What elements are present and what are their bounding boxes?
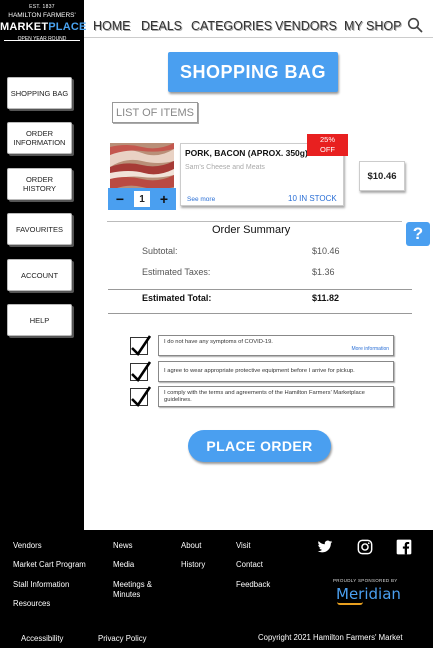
sidebar-shopping-bag-button[interactable]: SHOPPING BAG bbox=[7, 77, 72, 109]
sidebar: EST. 1837 HAMILTON FARMERS' MARKETPLACE … bbox=[0, 0, 87, 530]
agreement-checkbox-covid[interactable] bbox=[130, 335, 152, 357]
taxes-label: Estimated Taxes: bbox=[142, 267, 211, 277]
sidebar-button-label: ACCOUNT bbox=[20, 270, 59, 280]
footer-link-privacy-policy[interactable]: Privacy Policy bbox=[98, 634, 147, 644]
sidebar-order-information-button[interactable]: ORDER INFORMATION bbox=[7, 122, 72, 154]
sidebar-button-label: SHOPPING BAG bbox=[10, 88, 69, 98]
sidebar-order-history-button[interactable]: ORDER HISTORY bbox=[7, 168, 72, 200]
decrease-quantity-button[interactable]: − bbox=[112, 191, 128, 207]
help-question-button[interactable]: ? bbox=[406, 222, 430, 246]
footer-link-news[interactable]: News bbox=[113, 541, 133, 551]
checkmark-icon bbox=[131, 335, 152, 357]
bacon-product-image[interactable] bbox=[110, 143, 174, 191]
sidebar-help-button[interactable]: HELP bbox=[7, 304, 72, 336]
footer-link-history[interactable]: History bbox=[181, 560, 205, 570]
footer-link-stall-information[interactable]: Stall Information bbox=[13, 580, 69, 590]
sidebar-button-label: FAVOURITES bbox=[16, 224, 63, 234]
quantity-stepper: − 1 + bbox=[108, 188, 176, 210]
footer-link-market-cart[interactable]: Market Cart Program bbox=[13, 560, 86, 570]
agreement-equipment-box: I agree to wear appropriate protective e… bbox=[158, 361, 394, 382]
taxes-value: $1.36 bbox=[312, 267, 335, 277]
order-summary-title: Order Summary bbox=[212, 224, 291, 236]
place-order-button[interactable]: PLACE ORDER bbox=[188, 430, 331, 462]
subtotal-label: Subtotal: bbox=[142, 246, 178, 256]
more-information-link[interactable]: More information bbox=[351, 346, 389, 353]
footer-link-feedback[interactable]: Feedback bbox=[236, 580, 270, 590]
top-navigation: HOME DEALS CATEGORIES VENDORS MY SHOP bbox=[84, 0, 433, 38]
logo-market: MARKET bbox=[0, 21, 49, 33]
nav-vendors[interactable]: VENDORS bbox=[275, 19, 337, 33]
increase-quantity-button[interactable]: + bbox=[156, 191, 172, 207]
logo-established: EST. 1837 bbox=[29, 4, 55, 10]
list-of-items-label: LIST OF ITEMS bbox=[112, 102, 198, 123]
sidebar-favourites-button[interactable]: FAVOURITES bbox=[7, 213, 72, 245]
shopping-bag-title: SHOPPING BAG bbox=[168, 52, 338, 92]
agreement-covid-text: I do not have any symptoms of COVID-19. bbox=[164, 339, 273, 345]
footer-link-resources[interactable]: Resources bbox=[13, 599, 50, 609]
total-label: Estimated Total: bbox=[142, 293, 212, 303]
footer-link-about[interactable]: About bbox=[181, 541, 201, 551]
quantity-value[interactable]: 1 bbox=[134, 191, 150, 207]
footer-link-meetings[interactable]: Meetings & Minutes bbox=[113, 580, 169, 600]
sponsor-label: PROUDLY SPONSORED BY bbox=[333, 578, 398, 583]
logo-divider bbox=[4, 40, 80, 41]
footer: Vendors Market Cart Program Stall Inform… bbox=[0, 530, 433, 648]
logo-tagline: OPEN YEAR ROUND bbox=[17, 36, 67, 42]
sidebar-account-button[interactable]: ACCOUNT bbox=[7, 259, 72, 291]
checkmark-icon bbox=[131, 361, 152, 383]
see-more-link[interactable]: See more bbox=[187, 196, 215, 203]
agreement-terms-text: I comply with the terms and agreements o… bbox=[164, 390, 365, 403]
market-logo[interactable]: EST. 1837 HAMILTON FARMERS' MARKETPLACE … bbox=[0, 4, 87, 42]
copyright-text: Copyright 2021 Hamilton Farmers' Market bbox=[258, 633, 403, 642]
footer-link-accessibility[interactable]: Accessibility bbox=[21, 634, 63, 644]
discount-badge: 25% OFF bbox=[307, 134, 348, 156]
discount-off: OFF bbox=[320, 145, 335, 154]
page: EST. 1837 HAMILTON FARMERS' MARKET PLACE … bbox=[0, 0, 433, 648]
nav-my-shop[interactable]: MY SHOP bbox=[344, 19, 401, 33]
sidebar-button-label: HELP bbox=[29, 315, 50, 325]
nav-home[interactable]: HOME bbox=[93, 19, 131, 33]
meridian-sponsor-logo[interactable]: Meridian bbox=[336, 585, 401, 603]
nav-deals[interactable]: DEALS bbox=[141, 19, 182, 33]
discount-percent: 25% bbox=[319, 135, 335, 144]
agreement-equipment-text: I agree to wear appropriate protective e… bbox=[164, 368, 355, 374]
nav-categories[interactable]: CATEGORIES bbox=[191, 19, 272, 33]
summary-divider-bottom bbox=[108, 313, 412, 314]
agreement-checkbox-equipment[interactable] bbox=[130, 361, 152, 383]
sponsor-logo-swoosh bbox=[337, 602, 363, 605]
sidebar-button-label: ORDER HISTORY bbox=[22, 175, 57, 193]
summary-divider-middle bbox=[108, 289, 412, 290]
agreement-covid-box: I do not have any symptoms of COVID-19. … bbox=[158, 335, 394, 356]
facebook-icon[interactable] bbox=[396, 539, 412, 555]
agreement-terms-box: I comply with the terms and agreements o… bbox=[158, 386, 394, 407]
item-name: PORK, BACON (APROX. 350g) bbox=[185, 148, 308, 158]
checkmark-icon bbox=[131, 386, 152, 408]
logo-wordmark: MARKETPLACE bbox=[0, 21, 87, 33]
footer-link-vendors[interactable]: Vendors bbox=[13, 541, 42, 551]
instagram-icon[interactable] bbox=[357, 539, 373, 555]
logo-org: HAMILTON FARMERS' bbox=[8, 12, 76, 19]
footer-link-contact[interactable]: Contact bbox=[236, 560, 263, 570]
footer-link-media[interactable]: Media bbox=[113, 560, 134, 570]
agreement-checkbox-terms[interactable] bbox=[130, 386, 152, 408]
summary-divider-top bbox=[107, 221, 402, 222]
search-icon[interactable] bbox=[407, 17, 423, 33]
item-vendor: Sam's Cheese and Meats bbox=[185, 164, 265, 171]
sidebar-button-label: ORDER INFORMATION bbox=[13, 129, 66, 147]
total-value: $11.82 bbox=[312, 293, 340, 303]
item-price: $10.46 bbox=[359, 161, 405, 191]
footer-link-visit[interactable]: Visit bbox=[236, 541, 251, 551]
twitter-icon[interactable] bbox=[317, 539, 333, 555]
subtotal-value: $10.46 bbox=[312, 246, 340, 256]
logo-place: PLACE bbox=[48, 21, 87, 33]
stock-status: 10 IN STOCK bbox=[288, 194, 337, 203]
